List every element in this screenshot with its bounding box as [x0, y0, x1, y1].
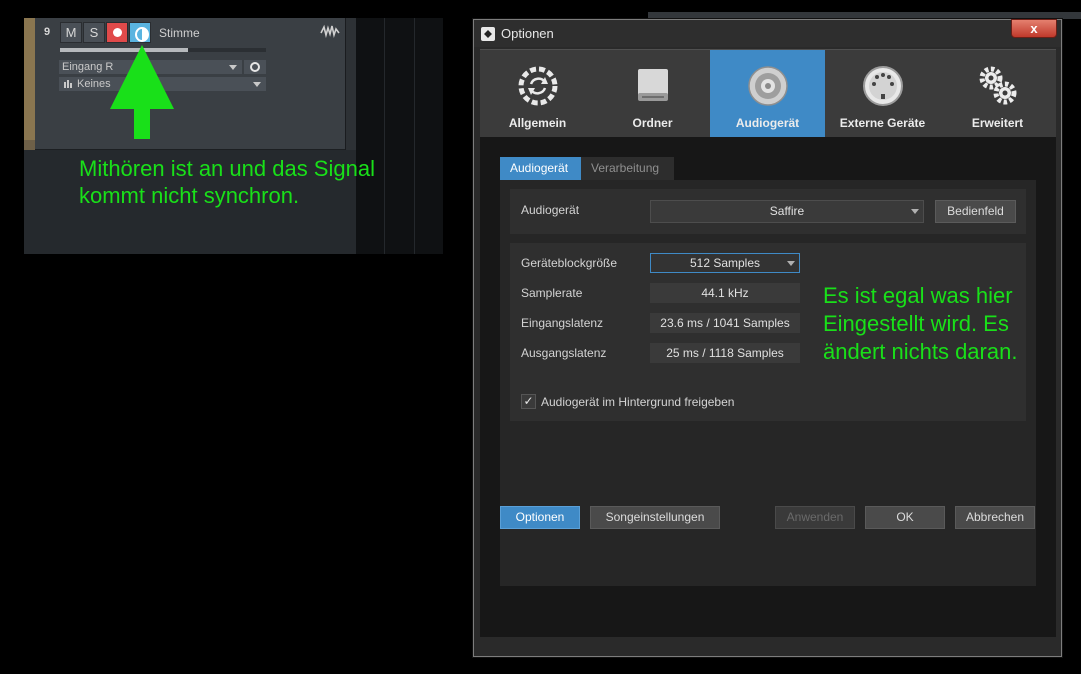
- output-latency-value: 25 ms / 1118 Samples: [650, 343, 800, 363]
- record-arm-button[interactable]: [106, 22, 128, 43]
- track-scrollbar[interactable]: [345, 18, 356, 150]
- input-monitor-button[interactable]: [244, 60, 266, 74]
- tab-audiogeraet[interactable]: Audiogerät: [710, 50, 825, 138]
- mute-button[interactable]: M: [60, 22, 82, 43]
- tab-externe-geraete[interactable]: Externe Geräte: [825, 50, 940, 138]
- close-button[interactable]: x: [1011, 19, 1057, 38]
- tab-label: Audiogerät: [735, 116, 800, 130]
- background-release-checkbox[interactable]: ✓: [521, 394, 536, 409]
- chevron-down-icon: [787, 261, 795, 266]
- dialog-content: Audiogerät Verarbeitung Audiogerät Saffi…: [480, 137, 1056, 637]
- input-latency-label: Eingangslatenz: [521, 316, 604, 330]
- chevron-down-icon: [253, 82, 261, 87]
- solo-button[interactable]: S: [83, 22, 105, 43]
- background-release-label[interactable]: Audiogerät im Hintergrund freigeben: [541, 395, 734, 409]
- grid-line: [384, 18, 385, 254]
- sync-icon: [518, 66, 558, 106]
- input-select-value: Eingang R: [62, 61, 114, 73]
- control-panel-button[interactable]: Bedienfeld: [935, 200, 1016, 223]
- samplerate-value: 44.1 kHz: [650, 283, 800, 303]
- subtab-audiogeraet[interactable]: Audiogerät: [500, 157, 581, 180]
- tab-erweitert[interactable]: Erweitert: [940, 50, 1055, 138]
- app-icon: [481, 27, 495, 41]
- drive-icon: [638, 69, 668, 101]
- device-label: Audiogerät: [521, 203, 580, 217]
- annotation-right: Es ist egal was hier Eingestellt wird. E…: [823, 283, 1018, 364]
- track-panel: 9 M S Stimme Eingang R Keines: [24, 18, 443, 254]
- output-latency-label: Ausgangslatenz: [521, 346, 607, 360]
- arrow-up-annotation-icon: [110, 45, 174, 139]
- input-latency-value: 23.6 ms / 1041 Samples: [650, 313, 800, 333]
- ok-button[interactable]: OK: [865, 506, 945, 529]
- output-select-value: Keines: [77, 78, 111, 90]
- gears-icon: [979, 66, 1017, 105]
- dialog-title: Optionen: [501, 26, 554, 41]
- chevron-down-icon: [229, 65, 237, 70]
- subtab-verarbeitung[interactable]: Verarbeitung: [581, 157, 674, 180]
- grid-line: [414, 18, 415, 254]
- speaker-icon: [748, 66, 788, 106]
- tab-label: Ordner: [632, 116, 673, 130]
- blocksize-value: 512 Samples: [689, 256, 761, 270]
- tab-ordner[interactable]: Ordner: [595, 50, 710, 138]
- device-select-value: Saffire: [769, 204, 805, 218]
- dialog-titlebar[interactable]: Optionen x: [474, 19, 1061, 47]
- midi-port-icon: [863, 66, 903, 106]
- options-button[interactable]: Optionen: [500, 506, 580, 529]
- tab-label: Erweitert: [971, 116, 1024, 130]
- bars-icon: [64, 80, 72, 88]
- apply-button[interactable]: Anwenden: [775, 506, 855, 529]
- device-section: Audiogerät Saffire Bedienfeld: [510, 189, 1026, 234]
- annotation-left: Mithören ist an und das Signal kommt nic…: [79, 156, 375, 208]
- song-settings-button[interactable]: Songeinstellungen: [590, 506, 720, 529]
- background-toolbar: [648, 12, 1081, 19]
- track-color-strip[interactable]: [24, 18, 35, 150]
- checkmark-icon: ✓: [523, 394, 534, 408]
- track-header[interactable]: 9 M S Stimme Eingang R Keines: [35, 18, 345, 150]
- blocksize-label: Geräteblockgröße: [521, 256, 618, 270]
- tab-label: Externe Geräte: [839, 116, 926, 130]
- timeline-area[interactable]: [356, 18, 443, 254]
- samplerate-label: Samplerate: [521, 286, 583, 300]
- cancel-button[interactable]: Abbrechen: [955, 506, 1035, 529]
- tab-allgemein[interactable]: Allgemein: [480, 50, 595, 138]
- track-name[interactable]: Stimme: [159, 26, 200, 40]
- options-tabbar: Allgemein Ordner Audiogerät Externe Gerä…: [480, 49, 1056, 138]
- chevron-down-icon: [911, 209, 919, 214]
- tab-label: Allgemein: [508, 116, 567, 130]
- waveform-icon[interactable]: [320, 24, 340, 38]
- monitor-button[interactable]: [129, 22, 151, 43]
- device-select[interactable]: Saffire: [650, 200, 924, 223]
- track-number: 9: [44, 26, 51, 38]
- track-color-strip-end: [24, 140, 35, 150]
- blocksize-select[interactable]: 512 Samples: [650, 253, 800, 273]
